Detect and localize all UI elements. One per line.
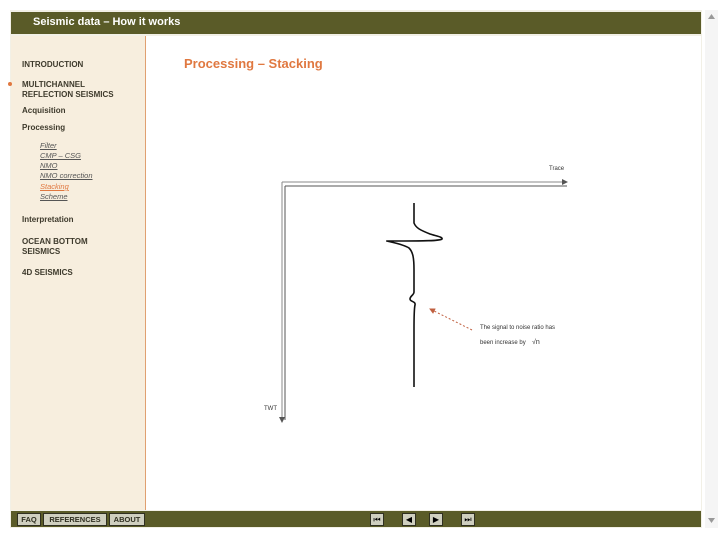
annotation-line2: been increase by: [480, 340, 526, 346]
x-axis-label: Trace: [549, 166, 565, 172]
first-page-icon[interactable]: ⏮: [370, 513, 384, 526]
axis-frame: [279, 179, 568, 423]
stacked-trace: [385, 203, 443, 387]
annotation-formula: √n: [532, 339, 540, 346]
annotation-arrow: [429, 308, 473, 331]
y-axis-label: TWT: [264, 406, 277, 412]
stacking-diagram: [279, 179, 568, 423]
next-page-icon[interactable]: ▶: [429, 513, 443, 526]
references-button[interactable]: REFERENCES: [43, 513, 107, 526]
scrollbar[interactable]: [705, 10, 718, 528]
about-button[interactable]: ABOUT: [109, 513, 145, 526]
previous-page-icon[interactable]: ◀: [402, 513, 416, 526]
scrollbar-arrows-icon: [708, 14, 715, 523]
annotation-line1: The signal to noise ratio has: [480, 325, 556, 331]
faq-button[interactable]: FAQ: [17, 513, 41, 526]
last-page-icon[interactable]: ⏭: [461, 513, 475, 526]
